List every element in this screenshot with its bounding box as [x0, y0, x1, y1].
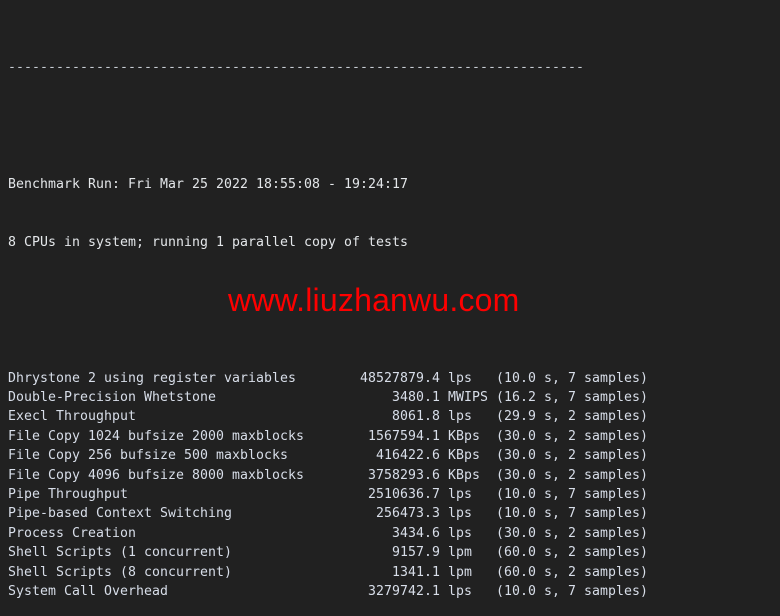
benchmark-result-row: Double-Precision Whetstone 3480.1 MWIPS … — [8, 390, 648, 406]
cpu-info-line: 8 CPUs in system; running 1 parallel cop… — [8, 234, 408, 250]
divider-line-top: ----------------------------------------… — [8, 60, 584, 76]
terminal-window: ----------------------------------------… — [0, 0, 780, 616]
benchmark-result-row: System Call Overhead 3279742.1 lps (10.0… — [8, 583, 648, 599]
benchmark-result-row: File Copy 256 bufsize 500 maxblocks 4164… — [8, 448, 648, 464]
terminal-output: ----------------------------------------… — [8, 0, 648, 616]
benchmark-result-row: File Copy 1024 bufsize 2000 maxblocks 15… — [8, 428, 648, 444]
benchmark-result-row: Shell Scripts (8 concurrent) 1341.1 lpm … — [8, 564, 648, 580]
benchmark-result-row: File Copy 4096 bufsize 8000 maxblocks 37… — [8, 467, 648, 483]
benchmark-result-row: Shell Scripts (1 concurrent) 9157.9 lpm … — [8, 545, 648, 561]
benchmark-result-row: Pipe-based Context Switching 256473.3 lp… — [8, 506, 648, 522]
benchmark-result-row: Dhrystone 2 using register variables 485… — [8, 370, 648, 386]
benchmark-result-row: Execl Throughput 8061.8 lps (29.9 s, 2 s… — [8, 409, 648, 425]
benchmark-result-row: Process Creation 3434.6 lps (30.0 s, 2 s… — [8, 525, 648, 541]
benchmark-run-header: Benchmark Run: Fri Mar 25 2022 18:55:08 … — [8, 176, 408, 192]
benchmark-result-row: Pipe Throughput 2510636.7 lps (10.0 s, 7… — [8, 486, 648, 502]
benchmark-results-block: Dhrystone 2 using register variables 485… — [8, 369, 648, 602]
